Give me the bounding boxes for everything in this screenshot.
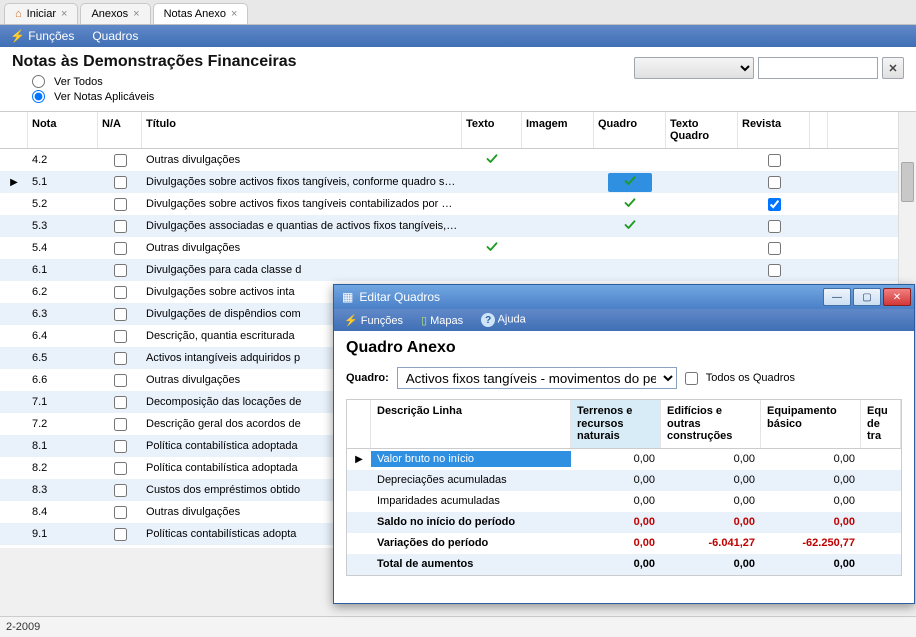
status-text: 2-2009 bbox=[6, 621, 40, 633]
dlg-col-terrenos[interactable]: Terrenos e recursos naturais bbox=[571, 400, 661, 448]
filter-input[interactable] bbox=[758, 57, 878, 79]
table-row[interactable]: Total de aumentos0,000,000,00 bbox=[347, 554, 901, 575]
na-checkbox[interactable] bbox=[114, 264, 127, 277]
editar-quadros-dialog: ▦ Editar Quadros — ▢ ✕ ⚡ Funções ▯ Mapas… bbox=[333, 284, 915, 604]
radio-label: Ver Notas Aplicáveis bbox=[54, 91, 154, 103]
minimize-button[interactable]: — bbox=[823, 288, 851, 306]
na-checkbox[interactable] bbox=[114, 154, 127, 167]
scroll-thumb[interactable] bbox=[901, 162, 914, 202]
toolbar-funcoes[interactable]: ⚡ Funções bbox=[10, 29, 74, 43]
na-checkbox[interactable] bbox=[114, 418, 127, 431]
na-checkbox[interactable] bbox=[114, 396, 127, 409]
grid-header-row: Nota N/A Título Texto Imagem Quadro Text… bbox=[0, 112, 916, 149]
todos-quadros-label: Todos os Quadros bbox=[706, 372, 795, 384]
dlg-toolbar-mapas[interactable]: ▯ Mapas bbox=[421, 314, 463, 327]
table-row[interactable]: 5.4Outras divulgações bbox=[0, 237, 916, 259]
dialog-grid: Descrição Linha Terrenos e recursos natu… bbox=[346, 399, 902, 576]
col-na[interactable]: N/A bbox=[98, 112, 142, 148]
page-header: Notas às Demonstrações Financeiras Ver T… bbox=[0, 47, 916, 112]
table-row[interactable]: ▶Valor bruto no início0,000,000,00 bbox=[347, 449, 901, 470]
toolbar-quadros[interactable]: Quadros bbox=[92, 29, 138, 43]
revista-checkbox[interactable] bbox=[768, 154, 781, 167]
na-checkbox[interactable] bbox=[114, 484, 127, 497]
page-title: Notas às Demonstrações Financeiras bbox=[12, 53, 297, 71]
tab-notas-anexo[interactable]: Notas Anexo × bbox=[153, 3, 249, 24]
close-icon[interactable]: × bbox=[61, 8, 67, 20]
dialog-toolbar: ⚡ Funções ▯ Mapas ? Ajuda bbox=[334, 309, 914, 331]
dlg-col-equip-trans[interactable]: Equ de tra bbox=[861, 400, 901, 448]
table-row[interactable]: ▶5.1Divulgações sobre activos fixos tang… bbox=[0, 171, 916, 193]
radio-ver-todos[interactable] bbox=[32, 75, 45, 88]
tab-strip: ⌂ Iniciar × Anexos × Notas Anexo × bbox=[0, 0, 916, 25]
radio-ver-aplicaveis[interactable] bbox=[32, 90, 45, 103]
dlg-toolbar-ajuda[interactable]: ? Ajuda bbox=[481, 313, 526, 327]
na-checkbox[interactable] bbox=[114, 198, 127, 211]
bolt-icon: ⚡ bbox=[10, 29, 25, 43]
dlg-toolbar-funcoes[interactable]: ⚡ Funções bbox=[344, 314, 403, 327]
tab-anexos[interactable]: Anexos × bbox=[80, 3, 150, 24]
table-row[interactable]: 5.3Divulgações associadas e quantias de … bbox=[0, 215, 916, 237]
table-row[interactable]: 5.2Divulgações sobre activos fixos tangí… bbox=[0, 193, 916, 215]
todos-quadros-checkbox[interactable] bbox=[685, 372, 698, 385]
filter-select[interactable] bbox=[634, 57, 754, 79]
main-toolbar: ⚡ Funções Quadros bbox=[0, 25, 916, 47]
status-bar: 2-2009 bbox=[0, 616, 916, 637]
na-checkbox[interactable] bbox=[114, 462, 127, 475]
revista-checkbox[interactable] bbox=[768, 264, 781, 277]
quadro-select[interactable]: Activos fixos tangíveis - movimentos do … bbox=[397, 367, 677, 389]
dialog-heading: Quadro Anexo bbox=[346, 339, 902, 357]
table-row[interactable]: Saldo no início do período0,000,000,00 bbox=[347, 512, 901, 533]
revista-checkbox[interactable] bbox=[768, 198, 781, 211]
na-checkbox[interactable] bbox=[114, 506, 127, 519]
dlg-col-equipamento[interactable]: Equipamento básico bbox=[761, 400, 861, 448]
table-row[interactable]: Depreciações acumuladas0,000,000,00 bbox=[347, 470, 901, 491]
col-nota[interactable]: Nota bbox=[28, 112, 98, 148]
help-icon: ? bbox=[481, 313, 495, 327]
col-titulo[interactable]: Título bbox=[142, 112, 462, 148]
tab-label: Anexos bbox=[91, 8, 128, 20]
radio-label: Ver Todos bbox=[54, 76, 103, 88]
map-icon: ▯ bbox=[421, 315, 427, 327]
col-texto-quadro[interactable]: Texto Quadro bbox=[666, 112, 738, 148]
revista-checkbox[interactable] bbox=[768, 220, 781, 233]
table-row[interactable]: 6.1Divulgações para cada classe d bbox=[0, 259, 916, 281]
home-icon: ⌂ bbox=[15, 8, 22, 20]
maximize-button[interactable]: ▢ bbox=[853, 288, 881, 306]
na-checkbox[interactable] bbox=[114, 176, 127, 189]
dlg-col-edificios[interactable]: Edifícios e outras construções bbox=[661, 400, 761, 448]
col-imagem[interactable]: Imagem bbox=[522, 112, 594, 148]
revista-checkbox[interactable] bbox=[768, 176, 781, 189]
col-quadro[interactable]: Quadro bbox=[594, 112, 666, 148]
na-checkbox[interactable] bbox=[114, 330, 127, 343]
na-checkbox[interactable] bbox=[114, 440, 127, 453]
clear-filter-button[interactable]: ✕ bbox=[882, 57, 904, 79]
table-row[interactable]: Variações do período0,00-6.041,27-62.250… bbox=[347, 533, 901, 554]
close-icon[interactable]: × bbox=[231, 8, 237, 20]
bolt-icon: ⚡ bbox=[344, 315, 358, 327]
na-checkbox[interactable] bbox=[114, 242, 127, 255]
window-icon: ▦ bbox=[342, 290, 353, 304]
close-button[interactable]: ✕ bbox=[883, 288, 911, 306]
na-checkbox[interactable] bbox=[114, 352, 127, 365]
dialog-title-text: Editar Quadros bbox=[359, 290, 440, 304]
tab-label: Iniciar bbox=[27, 8, 56, 20]
close-icon[interactable]: × bbox=[133, 8, 139, 20]
table-row[interactable]: Imparidades acumuladas0,000,000,00 bbox=[347, 491, 901, 512]
tab-iniciar[interactable]: ⌂ Iniciar × bbox=[4, 3, 78, 24]
dialog-titlebar[interactable]: ▦ Editar Quadros — ▢ ✕ bbox=[334, 285, 914, 309]
col-revista[interactable]: Revista bbox=[738, 112, 810, 148]
quadro-label: Quadro: bbox=[346, 372, 389, 384]
na-checkbox[interactable] bbox=[114, 308, 127, 321]
na-checkbox[interactable] bbox=[114, 220, 127, 233]
revista-checkbox[interactable] bbox=[768, 242, 781, 255]
na-checkbox[interactable] bbox=[114, 286, 127, 299]
na-checkbox[interactable] bbox=[114, 374, 127, 387]
tab-label: Notas Anexo bbox=[164, 8, 226, 20]
col-texto[interactable]: Texto bbox=[462, 112, 522, 148]
dlg-col-descricao[interactable]: Descrição Linha bbox=[371, 400, 571, 448]
table-row[interactable]: 4.2Outras divulgações bbox=[0, 149, 916, 171]
na-checkbox[interactable] bbox=[114, 528, 127, 541]
